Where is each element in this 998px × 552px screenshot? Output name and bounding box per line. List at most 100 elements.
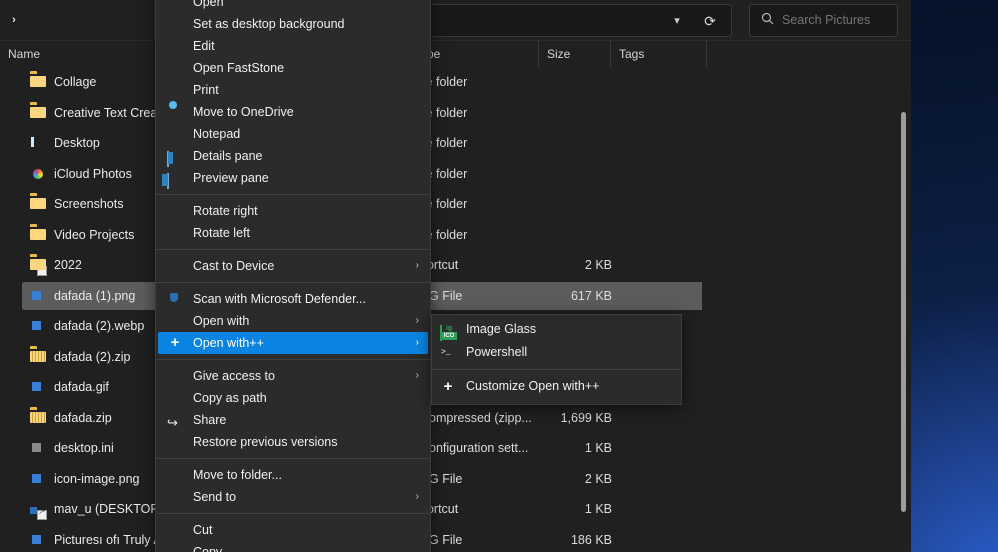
context-menu-item-label: Set as desktop background (193, 17, 345, 31)
menu-item-icon-wrap (167, 104, 183, 120)
file-size-label (540, 98, 612, 129)
chevron-right-icon: › (416, 365, 419, 387)
screenshot-root: ▾ ⟳ Name⌃ypeSizeTags Collageile folderCr… (0, 0, 998, 552)
context-menu-item[interactable]: Preview pane (158, 167, 428, 189)
context-menu-item[interactable]: Cast to Device› (158, 255, 428, 277)
file-icon-wrap (30, 471, 46, 487)
context-menu-item-label: Give access to (193, 369, 275, 383)
submenu-item[interactable]: Customize Open with++ (434, 375, 679, 398)
context-menu-item[interactable]: Print (158, 79, 428, 101)
submenu-separator (432, 369, 681, 370)
submenu-item-label: Powershell (466, 345, 527, 359)
context-menu-item-label: Cast to Device (193, 259, 274, 273)
table-row[interactable]: dafada (1).pngNG File617 KB (0, 281, 888, 312)
submenu-item[interactable]: Image Glass (434, 318, 679, 341)
share-icon: ↪ (167, 415, 178, 430)
file-size-label (540, 189, 612, 220)
table-row[interactable]: icon-image.pngNG File2 KB (0, 464, 888, 495)
file-icon-wrap (30, 349, 46, 365)
table-row[interactable]: dafada.zipCompressed (zipp...1,699 KB (0, 403, 888, 434)
context-menu-item[interactable]: Details pane (158, 145, 428, 167)
file-name-label: Video Projects (54, 220, 134, 251)
context-menu-item[interactable]: Edit (158, 35, 428, 57)
file-icon-wrap (30, 257, 46, 273)
context-menu-item[interactable]: Copy (158, 541, 428, 552)
submenu-item-icon-wrap (440, 379, 456, 395)
context-menu-item[interactable]: Copy as path (158, 387, 428, 409)
context-menu-item[interactable]: Move to OneDrive (158, 101, 428, 123)
context-menu-item[interactable]: Open (158, 0, 428, 13)
search-input[interactable] (780, 5, 896, 36)
file-size-label: 617 KB (540, 281, 612, 312)
file-name-label: dafada (2).webp (54, 311, 144, 342)
file-icon-wrap (30, 288, 46, 304)
context-menu-item[interactable]: Set as desktop background (158, 13, 428, 35)
file-size-label (540, 67, 612, 98)
context-menu-item-label: Open FastStone (193, 61, 284, 75)
menu-separator (156, 249, 430, 250)
context-menu-item[interactable]: Send to› (158, 486, 428, 508)
open-with-plusplus-submenu: Image Glass Powershell Customize Open with… (431, 314, 682, 405)
context-menu-item[interactable]: Cut (158, 519, 428, 541)
chevron-down-icon[interactable]: ▾ (669, 13, 685, 29)
table-row[interactable]: desktop.iniConfiguration sett...1 KB (0, 433, 888, 464)
context-menu-item[interactable]: Open FastStone (158, 57, 428, 79)
file-icon-wrap (30, 74, 46, 90)
context-menu-item[interactable]: Rotate right (158, 200, 428, 222)
vertical-scrollbar-thumb[interactable] (901, 112, 906, 512)
file-size-label (540, 220, 612, 251)
file-icon-wrap (30, 196, 46, 212)
context-menu-item-label: Share (193, 413, 226, 427)
menu-separator (156, 194, 430, 195)
context-menu-item-label: Rotate left (193, 226, 250, 240)
context-menu-item-label: Notepad (193, 127, 240, 141)
file-size-label: 1,699 KB (540, 403, 612, 434)
menu-separator (156, 513, 430, 514)
search-box[interactable] (749, 4, 898, 37)
context-menu-item[interactable]: Move to folder... (158, 464, 428, 486)
table-row[interactable]: Collageile folder (0, 67, 888, 98)
menu-separator (156, 458, 430, 459)
column-header-size[interactable]: Size (538, 41, 610, 67)
context-menu-item-label: Scan with Microsoft Defender... (193, 292, 366, 306)
table-row[interactable]: 2022hortcut2 KB (0, 250, 888, 281)
table-row[interactable]: mav_u (DESKTOP-8PHHhortcut1 KB (0, 494, 888, 525)
file-explorer-window: ▾ ⟳ Name⌃ypeSizeTags Collageile folderCr… (0, 0, 911, 552)
table-row[interactable]: iCloud Photosile folder (0, 159, 888, 190)
context-menu: Open Set as desktop background Edit Open Fa… (155, 0, 431, 552)
context-menu-item-label: Copy as path (193, 391, 267, 405)
context-menu-item-label: Details pane (193, 149, 263, 163)
context-menu-item[interactable]: Open with› (158, 310, 428, 332)
table-row[interactable]: Creative Text Creatorile folder (0, 98, 888, 129)
context-menu-item[interactable]: Give access to › (158, 365, 428, 387)
context-menu-item[interactable]: Notepad (158, 123, 428, 145)
column-header-label: Size (547, 47, 570, 61)
context-menu-item-label: Preview pane (193, 171, 269, 185)
file-name-label: dafada (2).zip (54, 342, 130, 373)
table-row[interactable]: Screenshotsile folder (0, 189, 888, 220)
context-menu-item[interactable]: ↪ Share (158, 409, 428, 431)
context-menu-item[interactable]: Rotate left (158, 222, 428, 244)
column-header-label: Name (8, 47, 40, 61)
submenu-item[interactable]: Powershell (434, 341, 679, 364)
file-size-label: 1 KB (540, 433, 612, 464)
context-menu-item[interactable]: Restore previous versions (158, 431, 428, 453)
file-size-label (540, 128, 612, 159)
navigation-pane-header: › (0, 0, 155, 41)
chevron-right-icon[interactable]: › (6, 12, 22, 28)
file-icon-wrap (30, 501, 46, 517)
menu-item-icon-wrap (167, 170, 183, 186)
refresh-icon[interactable]: ⟳ (697, 11, 723, 31)
file-type-label: Compressed (zipp... (420, 403, 532, 434)
context-menu-item[interactable]: Scan with Microsoft Defender... (158, 288, 428, 310)
table-row[interactable]: Video Projectsile folder (0, 220, 888, 251)
table-row[interactable]: Desktopile folder (0, 128, 888, 159)
column-header-blank[interactable] (706, 41, 888, 67)
context-menu-item-label: Open with (193, 314, 249, 328)
column-header-tags[interactable]: Tags (610, 41, 706, 67)
context-menu-item-label: Open (193, 0, 224, 9)
file-list: Collageile folderCreative Text Creatoril… (0, 67, 911, 552)
table-row[interactable]: Picturesı ofı Truly AdsNG File186 KB (0, 525, 888, 552)
context-menu-item[interactable]: Open with++› (158, 332, 428, 354)
submenu-item-label: Image Glass (466, 322, 536, 336)
